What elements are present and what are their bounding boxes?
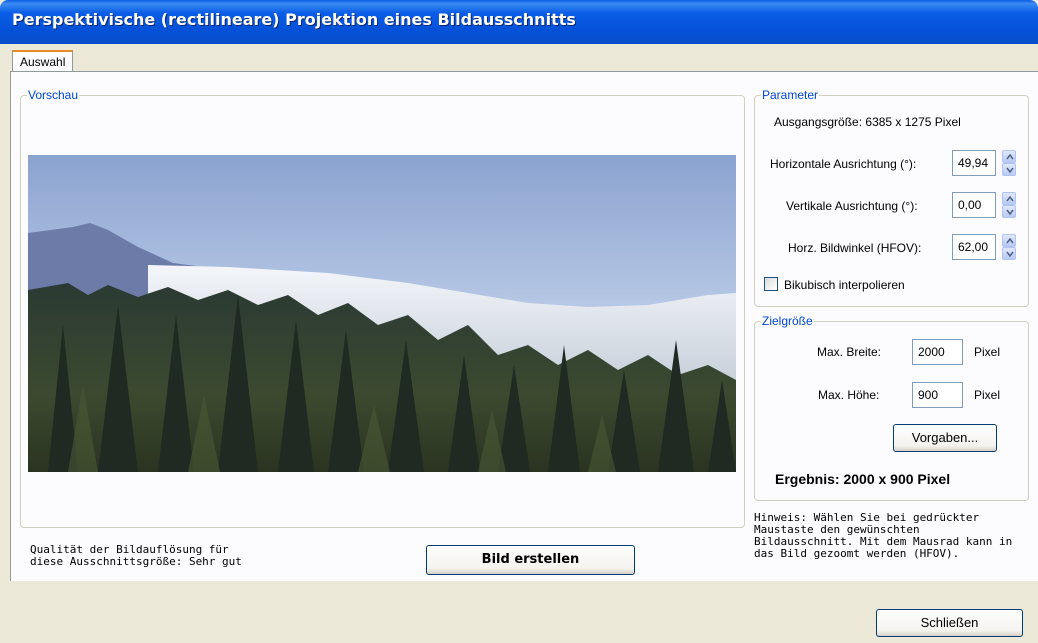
- close-button[interactable]: Schließen: [876, 609, 1023, 637]
- spin-up-icon[interactable]: [1002, 192, 1016, 205]
- spin-up-icon[interactable]: [1002, 150, 1016, 163]
- vertical-spinner[interactable]: [1002, 192, 1016, 218]
- spin-down-icon[interactable]: [1002, 163, 1016, 176]
- quality-text: Qualität der Bildauflösung für diese Aus…: [30, 544, 242, 568]
- max-width-label: Max. Breite:: [817, 345, 882, 359]
- hfov-spinner[interactable]: [1002, 234, 1016, 260]
- spin-down-icon[interactable]: [1002, 205, 1016, 218]
- window-title: Perspektivische (rectilineare) Projektio…: [12, 10, 576, 29]
- hfov-label: Horz. Bildwinkel (HFOV):: [788, 241, 922, 255]
- hfov-input[interactable]: 62,00: [952, 234, 996, 260]
- max-height-input[interactable]: 900: [912, 382, 963, 408]
- result-label: Ergebnis: 2000 x 900 Pixel: [775, 471, 951, 487]
- hint-text: Hinweis: Wählen Sie bei gedrückter Maust…: [754, 512, 1012, 560]
- max-width-input[interactable]: 2000: [912, 339, 963, 365]
- source-size-label: Ausgangsgröße: 6385 x 1275 Pixel: [774, 115, 961, 129]
- max-width-unit: Pixel: [974, 345, 1001, 359]
- target-legend: Zielgröße: [761, 314, 814, 328]
- bicubic-checkbox[interactable]: [764, 277, 778, 291]
- horizontal-spinner[interactable]: [1002, 150, 1016, 176]
- spin-down-icon[interactable]: [1002, 247, 1016, 260]
- parameter-legend: Parameter: [761, 88, 820, 102]
- preview-legend: Vorschau: [27, 88, 80, 102]
- spin-up-icon[interactable]: [1002, 234, 1016, 247]
- max-height-label: Max. Höhe:: [818, 388, 880, 402]
- tab-auswahl[interactable]: Auswahl: [12, 50, 74, 73]
- max-height-unit: Pixel: [974, 388, 1001, 402]
- bicubic-label[interactable]: Bikubisch interpolieren: [784, 278, 905, 292]
- horizontal-label: Horizontale Ausrichtung (°):: [770, 157, 917, 171]
- tab-strip: Auswahl: [0, 44, 1038, 73]
- title-bar: Perspektivische (rectilineare) Projektio…: [0, 0, 1038, 44]
- preview-image[interactable]: [28, 155, 736, 472]
- defaults-button[interactable]: Vorgaben...: [893, 424, 997, 452]
- hint-line: das Bild gezoomt werden (HFOV).: [754, 547, 960, 560]
- vertical-input[interactable]: 0,00: [952, 192, 996, 218]
- quality-line: diese Ausschnittsgröße: Sehr gut: [30, 555, 242, 568]
- create-image-button[interactable]: Bild erstellen: [426, 545, 635, 575]
- vertical-label: Vertikale Ausrichtung (°):: [786, 199, 918, 213]
- horizontal-input[interactable]: 49,94: [952, 150, 996, 176]
